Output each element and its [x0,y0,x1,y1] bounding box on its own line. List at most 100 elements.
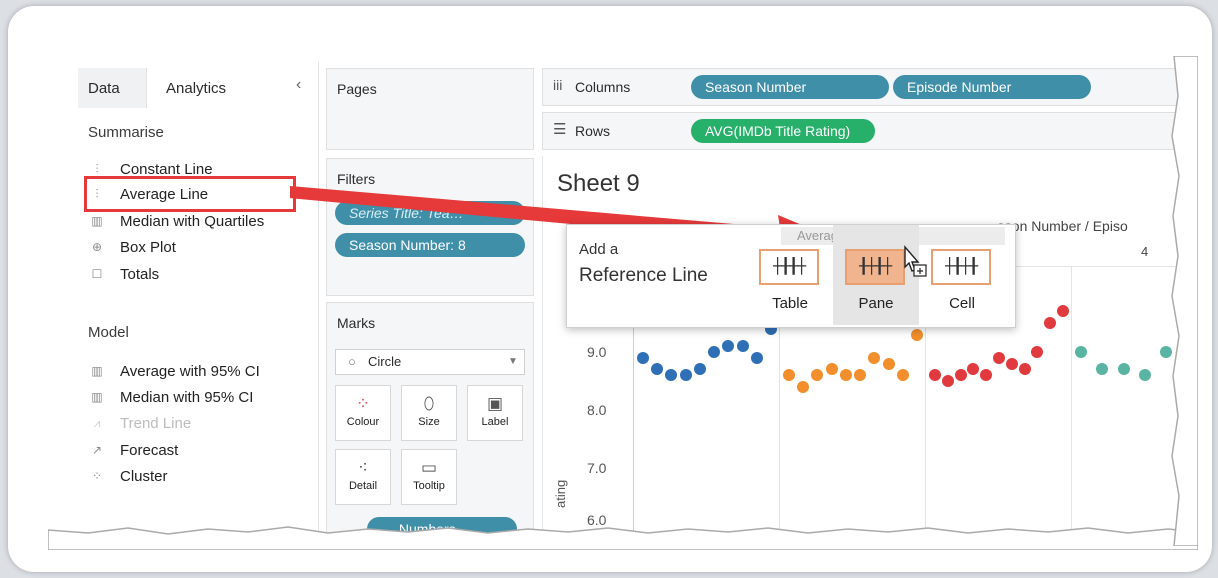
option-table[interactable]: ┼╂╂┼ Table [747,225,833,325]
scatter-point[interactable] [854,369,867,382]
drag-cursor-icon [904,245,927,277]
scatter-point[interactable] [1031,346,1044,358]
screenshot-card: Data Analytics ‹ Summarise ⫶ Constant Lin… [8,6,1212,572]
rows-shelf: ☰ Rows AVG(IMDb Title Rating) [542,112,1182,150]
scatter-point[interactable] [1005,357,1018,370]
columns-label: Columns [575,79,631,95]
scatter-point[interactable] [679,369,692,382]
mark-type-dropdown[interactable]: ○ Circle ▼ [335,349,525,375]
marks-card: Marks ○ Circle ▼ ⁘ Colour ⬯ Size ▣ Label ⁖ D… [326,302,534,537]
pages-card: Pages [326,68,534,150]
option-cell[interactable]: ┼╂┼╂ Cell [919,225,1005,325]
label-button[interactable]: ▣ Label [467,385,523,441]
scatter-point[interactable] [868,351,881,364]
colour-button[interactable]: ⁘ Colour [335,385,391,441]
torn-edge-bottom [48,526,1198,550]
item-label: Median with Quartiles [120,212,265,230]
scatter-point[interactable] [825,363,838,376]
cluster-icon: ⁘ [91,469,103,483]
label-label: Label [481,416,509,428]
model-heading: Model [88,324,129,341]
item-label: Totals [120,265,160,283]
tab-data[interactable]: Data [78,68,147,108]
colour-label: Colour [346,416,380,428]
item-label: Cluster [120,467,168,485]
chevron-left-icon[interactable]: ‹ [296,76,301,94]
box-plot-icon: ⊕ [91,240,103,254]
scatter-point[interactable] [783,369,795,382]
item-label: Forecast [120,441,179,459]
scatter-point[interactable] [722,340,735,353]
scatter-point[interactable] [1096,363,1109,376]
scatter-point[interactable] [736,340,749,353]
tab-data-label: Data [88,80,120,97]
scatter-point[interactable] [911,328,923,341]
tooltip-button[interactable]: ▭ Tooltip [401,449,457,505]
tab-analytics-label: Analytics [166,80,227,97]
columns-pill-season-number[interactable]: Season Number [691,75,889,99]
scatter-point[interactable] [941,375,954,387]
size-icon: ⬯ [423,394,435,414]
analytics-item-trend-line: ⩘ Trend Line [88,412,192,434]
rows-icon: ☰ [553,121,567,138]
detail-button[interactable]: ⁖ Detail [335,449,391,505]
scatter-point[interactable] [1117,363,1130,376]
constant-line-icon: ⫶ [95,161,99,176]
scatter-point[interactable] [750,351,763,364]
scatter-point[interactable] [882,357,895,370]
median-quartiles-icon: ▥ [91,214,103,228]
scatter-point[interactable] [708,346,721,358]
analytics-item-cluster[interactable]: ⁘ Cluster [88,465,168,487]
item-label: Median with 95% CI [120,388,254,406]
forecast-icon: ↗ [91,443,103,457]
scatter-point[interactable] [1057,305,1069,318]
scatter-point[interactable] [993,351,1005,364]
scatter-point[interactable] [651,363,664,376]
circle-mark-icon: ○ [348,354,356,369]
scatter-point[interactable] [1044,317,1057,329]
analytics-item-median-quartiles[interactable]: ▥ Median with Quartiles [88,210,264,232]
scatter-point[interactable] [811,369,824,382]
scatter-point[interactable] [797,380,810,393]
columns-shelf: iii Columns Season Number Episode Number [542,68,1182,106]
marks-title: Marks [337,315,376,331]
analytics-sidebar: Data Analytics ‹ Summarise ⫶ Constant Lin… [70,62,319,537]
totals-icon: ☐ [91,267,103,281]
analytics-item-average-ci[interactable]: ▥ Average with 95% CI [88,360,260,382]
popup-title: Reference Line [579,265,708,286]
analytics-item-box-plot[interactable]: ⊕ Box Plot [88,236,176,258]
columns-pill-episode-number[interactable]: Episode Number [893,75,1091,99]
scatter-point[interactable] [954,369,967,382]
item-label: Trend Line [120,414,192,432]
scatter-point[interactable] [1018,363,1031,376]
scatter-point[interactable] [1139,369,1151,382]
tab-analytics[interactable]: Analytics ‹ [148,68,318,108]
scatter-point[interactable] [693,363,706,376]
item-label: Constant Line [120,160,213,178]
label-icon: ▣ [486,394,504,414]
columns-icon: iii [553,77,563,93]
scatter-point[interactable] [896,369,909,382]
size-button[interactable]: ⬯ Size [401,385,457,441]
table-scope-icon: ┼╂╂┼ [759,249,819,285]
scatter-point[interactable] [839,369,852,382]
scatter-point[interactable] [929,369,941,382]
scatter-point[interactable] [967,363,980,376]
pages-title: Pages [337,81,377,97]
dropdown-arrow-icon: ▼ [508,356,518,367]
scatter-point[interactable] [637,351,649,364]
scatter-point[interactable] [1075,346,1087,358]
analytics-item-median-ci[interactable]: ▥ Median with 95% CI [88,386,253,408]
average-line-highlight [84,176,296,212]
average-ci-icon: ▥ [91,364,103,378]
scatter-point[interactable] [665,369,678,382]
pane-scope-icon: ╂┼╂┼ [845,249,905,285]
popup-add-label: Add a [579,241,619,258]
torn-edge-right [1171,56,1198,546]
analytics-item-forecast[interactable]: ↗ Forecast [88,439,178,461]
analytics-item-totals[interactable]: ☐ Totals [88,263,160,285]
rows-pill-avg-rating[interactable]: AVG(IMDb Title Rating) [691,119,875,143]
item-label: Average with 95% CI [120,362,260,380]
median-ci-icon: ▥ [91,390,103,404]
scatter-point[interactable] [980,369,993,382]
